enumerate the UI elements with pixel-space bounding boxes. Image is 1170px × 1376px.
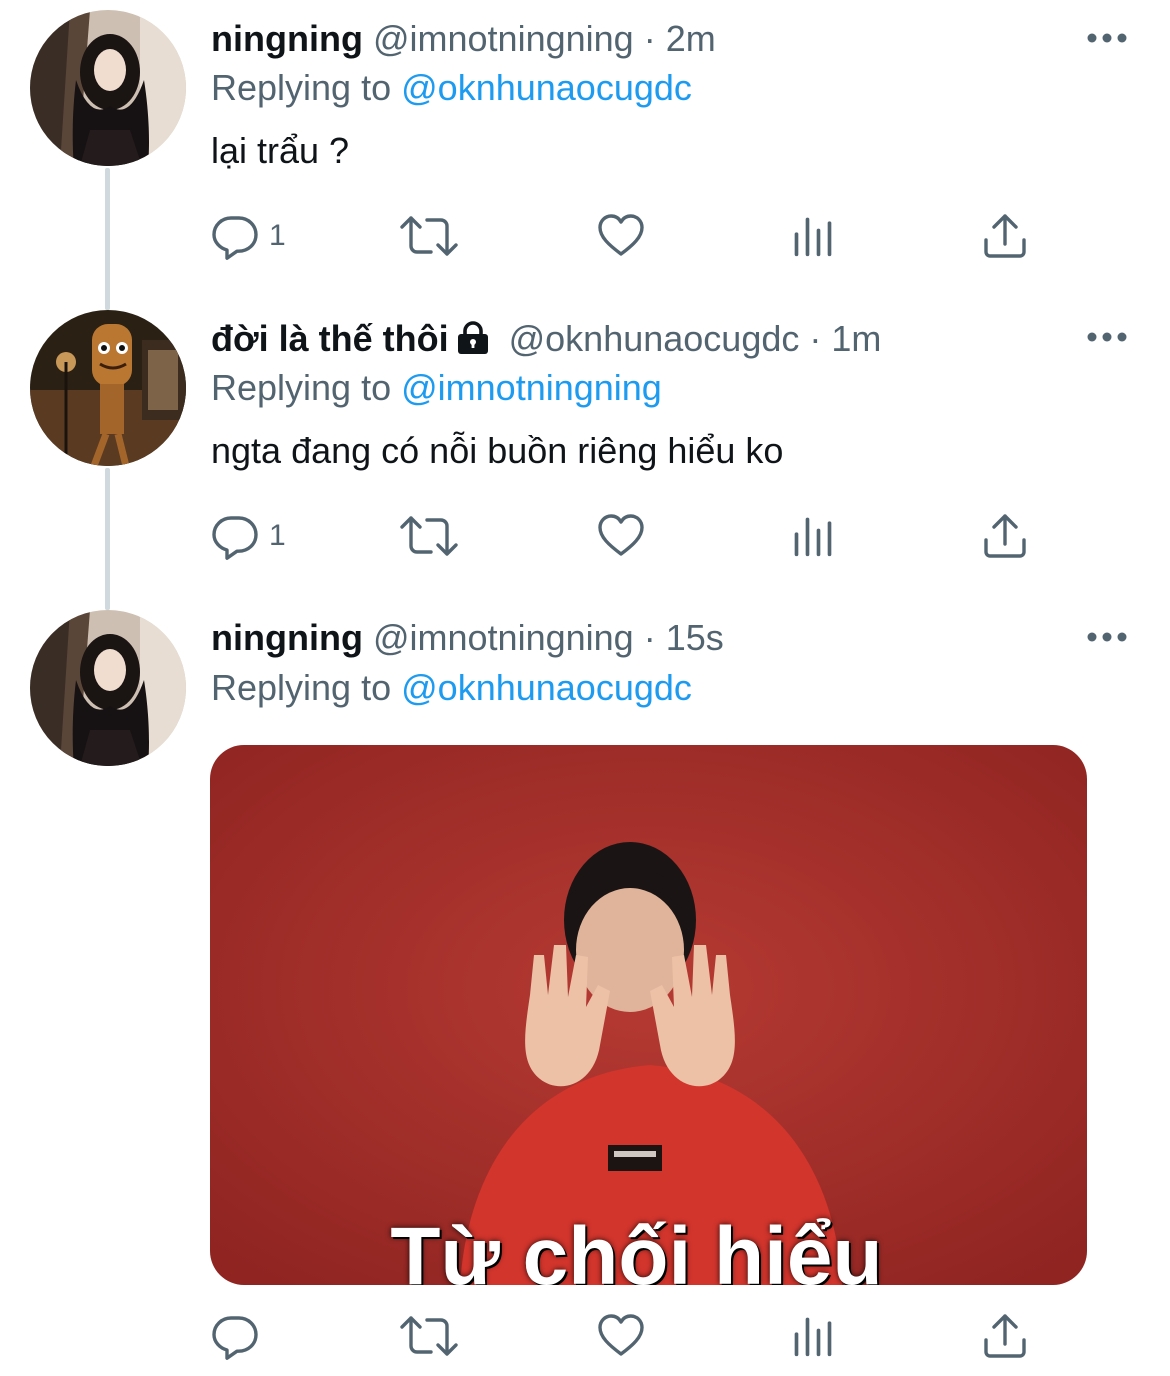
more-icon[interactable] [1086, 327, 1128, 347]
mention-link[interactable]: @oknhunaocugdc [401, 67, 692, 108]
thread-line [105, 468, 110, 610]
avatar[interactable] [30, 10, 186, 166]
share-icon [981, 1312, 1029, 1360]
like-button[interactable] [597, 506, 645, 566]
reply-count: 1 [269, 219, 286, 252]
more-icon[interactable] [1086, 627, 1128, 647]
share-icon [981, 212, 1029, 260]
timestamp[interactable]: 15s [666, 617, 724, 658]
reply-icon [211, 512, 259, 560]
retweet-icon [399, 512, 459, 560]
media-caption: Từ chối hiểu [390, 1211, 883, 1285]
reply-count: 1 [269, 519, 286, 552]
separator-dot: · [809, 318, 822, 359]
replying-to: Replying to @oknhunaocugdc [211, 663, 692, 713]
views-icon [791, 212, 835, 260]
username[interactable]: @imnotningning [373, 18, 634, 59]
tweet-header: ningning @imnotningning · 2m [211, 14, 716, 64]
replying-prefix: Replying to [211, 367, 392, 408]
reply-icon [211, 212, 259, 260]
retweet-button[interactable] [399, 1306, 459, 1366]
share-icon [981, 512, 1029, 560]
replying-prefix: Replying to [211, 667, 392, 708]
views-button[interactable] [791, 206, 835, 266]
retweet-button[interactable] [399, 206, 459, 266]
replying-prefix: Replying to [211, 67, 392, 108]
timestamp[interactable]: 2m [666, 18, 716, 59]
media-image [210, 745, 1087, 1285]
tweet-actions [211, 1306, 1041, 1366]
replying-to: Replying to @oknhunaocugdc [211, 63, 692, 113]
display-name[interactable]: đời là thế thôi [211, 318, 449, 359]
views-icon [791, 1312, 835, 1360]
views-icon [791, 512, 835, 560]
like-icon [597, 1312, 645, 1360]
username[interactable]: @oknhunaocugdc [509, 318, 800, 359]
username[interactable]: @imnotningning [373, 617, 634, 658]
separator-dot: · [643, 617, 656, 658]
tweet-actions: 1 [211, 506, 1041, 566]
avatar[interactable] [30, 610, 186, 766]
like-icon [597, 212, 645, 260]
replying-to: Replying to @imnotningning [211, 363, 662, 413]
like-icon [597, 512, 645, 560]
lock-icon [455, 318, 491, 368]
views-button[interactable] [791, 506, 835, 566]
share-button[interactable] [981, 206, 1029, 266]
more-icon[interactable] [1086, 28, 1128, 48]
mention-link[interactable]: @oknhunaocugdc [401, 667, 692, 708]
reply-icon [211, 1312, 259, 1360]
reply-button[interactable]: 1 [211, 506, 286, 566]
display-name[interactable]: ningning [211, 617, 363, 658]
tweet-media-gif[interactable]: Từ chối hiểu [210, 745, 1087, 1285]
views-button[interactable] [791, 1306, 835, 1366]
tweet-header: đời là thế thôi @oknhunaocugdc · 1m [211, 314, 881, 364]
tweet-actions: 1 [211, 206, 1041, 266]
share-button[interactable] [981, 506, 1029, 566]
display-name[interactable]: ningning [211, 18, 363, 59]
timestamp[interactable]: 1m [831, 318, 881, 359]
like-button[interactable] [597, 1306, 645, 1366]
retweet-icon [399, 212, 459, 260]
retweet-icon [399, 1312, 459, 1360]
like-button[interactable] [597, 206, 645, 266]
tweet-text: ngta đang có nỗi buồn riêng hiểu ko [211, 430, 784, 471]
retweet-button[interactable] [399, 506, 459, 566]
thread-line [105, 168, 110, 310]
avatar[interactable] [30, 310, 186, 466]
mention-link[interactable]: @imnotningning [401, 367, 662, 408]
separator-dot: · [643, 18, 656, 59]
reply-button[interactable]: 1 [211, 206, 286, 266]
reply-button[interactable] [211, 1306, 259, 1366]
share-button[interactable] [981, 1306, 1029, 1366]
tweet-text: lại trẩu ? [211, 130, 350, 171]
tweet-header: ningning @imnotningning · 15s [211, 613, 724, 663]
